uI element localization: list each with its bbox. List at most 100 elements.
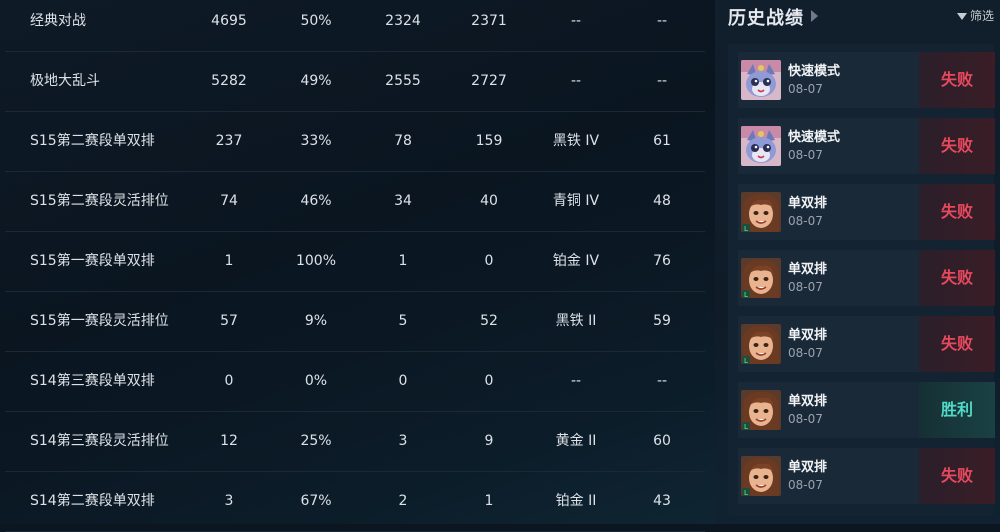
match-result-badge: 失败 (919, 316, 995, 372)
match-history-item[interactable]: L 单双排 08-07 失败 (738, 184, 995, 240)
rank-cell: 青铜 IV (552, 193, 600, 209)
match-date: 08-07 (788, 148, 823, 162)
match-date: 08-07 (788, 346, 823, 360)
table-row[interactable]: S15第二赛段灵活排位 74 46% 34 40 青铜 IV 48 (5, 172, 705, 232)
wins-cell: 2555 (385, 73, 421, 89)
winrate-cell: 33% (300, 133, 332, 149)
match-result-badge: 失败 (919, 184, 995, 240)
match-history-panel: 历史战绩 筛选 快速模式 08-07 失败 快速模式 08-07 失败 L 单双排 08-07 失… (715, 0, 1000, 524)
chevron-right-icon[interactable] (811, 10, 818, 22)
winrate-cell: 9% (304, 313, 328, 329)
match-history-item[interactable]: 快速模式 08-07 失败 (738, 118, 995, 174)
total-games-cell: 57 (220, 313, 238, 329)
filter-label: 筛选 (969, 9, 994, 23)
league-points-cell: -- (656, 73, 668, 89)
match-date: 08-07 (788, 412, 823, 426)
mode-cell: S14第三赛段灵活排位 (30, 433, 169, 449)
total-games-cell: 12 (220, 433, 238, 449)
league-points-cell: 61 (653, 133, 671, 149)
wins-cell: 2324 (385, 13, 421, 29)
mode-cell: S15第一赛段灵活排位 (30, 313, 169, 329)
league-points-cell: -- (656, 373, 668, 389)
filter-icon (956, 13, 967, 20)
losses-cell: 40 (480, 193, 498, 209)
match-mode: 单双排 (788, 394, 828, 409)
losses-cell: 0 (484, 253, 494, 269)
winrate-cell: 49% (300, 73, 332, 89)
rank-cell: -- (570, 373, 582, 389)
girl-champion-icon: L (741, 192, 781, 232)
wins-cell: 0 (398, 373, 408, 389)
total-games-cell: 3 (224, 493, 234, 509)
girl-champion-icon: L (741, 390, 781, 430)
table-row[interactable]: S15第一赛段单双排 1 100% 1 0 铂金 IV 76 (5, 232, 705, 292)
losses-cell: 2371 (471, 13, 507, 29)
losses-cell: 2727 (471, 73, 507, 89)
rank-cell: 黑铁 II (555, 313, 597, 329)
match-history-item[interactable]: L 单双排 08-07 失败 (738, 250, 995, 306)
table-row[interactable]: 极地大乱斗 5282 49% 2555 2727 -- -- (5, 52, 705, 112)
match-history-title[interactable]: 历史战绩 (728, 4, 804, 30)
mode-cell: S14第二赛段单双排 (30, 493, 155, 509)
total-games-cell: 4695 (211, 13, 247, 29)
winrate-cell: 46% (300, 193, 332, 209)
total-games-cell: 0 (224, 373, 234, 389)
match-date: 08-07 (788, 82, 823, 96)
wins-cell: 2 (398, 493, 408, 509)
match-date: 08-07 (788, 280, 823, 294)
wins-cell: 1 (398, 253, 408, 269)
table-row[interactable]: S15第二赛段单双排 237 33% 78 159 黑铁 IV 61 (5, 112, 705, 172)
svg-text:L: L (744, 291, 748, 298)
league-points-cell: -- (656, 13, 668, 29)
match-mode: 快速模式 (788, 130, 841, 145)
match-result-badge: 失败 (919, 448, 995, 504)
svg-text:L: L (744, 225, 748, 232)
winrate-cell: 67% (300, 493, 332, 509)
match-mode: 单双排 (788, 196, 828, 211)
girl-champion-icon: L (741, 324, 781, 364)
svg-text:L: L (744, 357, 748, 364)
rank-cell: -- (570, 13, 582, 29)
league-points-cell: 76 (653, 253, 671, 269)
table-row[interactable]: S14第三赛段单双排 0 0% 0 0 -- -- (5, 352, 705, 412)
table-row[interactable]: S14第三赛段灵活排位 12 25% 3 9 黄金 II 60 (5, 412, 705, 472)
match-result-badge: 失败 (919, 118, 995, 174)
league-points-cell: 59 (653, 313, 671, 329)
mode-cell: 经典对战 (30, 13, 86, 29)
mode-cell: S15第二赛段灵活排位 (30, 193, 169, 209)
total-games-cell: 74 (220, 193, 238, 209)
mode-cell: S15第二赛段单双排 (30, 133, 155, 149)
svg-text:L: L (744, 423, 748, 430)
rank-cell: 黑铁 IV (552, 133, 600, 149)
stats-table: 经典对战 4695 50% 2324 2371 -- -- 极地大乱斗 5282 49% 2555 2… (0, 0, 715, 532)
losses-cell: 159 (475, 133, 503, 149)
match-date: 08-07 (788, 478, 823, 492)
winrate-cell: 25% (300, 433, 332, 449)
girl-champion-icon: L (741, 456, 781, 496)
girl-champion-icon: L (741, 258, 781, 298)
match-mode: 快速模式 (788, 64, 841, 79)
match-history-item[interactable]: L 单双排 08-07 胜利 (738, 382, 995, 438)
rank-cell: 黄金 II (555, 433, 597, 449)
wins-cell: 78 (394, 133, 412, 149)
match-history-item[interactable]: 快速模式 08-07 失败 (738, 52, 995, 108)
match-result-badge: 胜利 (919, 382, 995, 438)
table-row[interactable]: S15第一赛段灵活排位 57 9% 5 52 黑铁 II 59 (5, 292, 705, 352)
table-row[interactable]: S14第二赛段单双排 3 67% 2 1 铂金 II 43 (5, 472, 705, 532)
cat-champion-icon (741, 60, 781, 100)
losses-cell: 0 (484, 373, 494, 389)
league-points-cell: 60 (653, 433, 671, 449)
match-history-item[interactable]: L 单双排 08-07 失败 (738, 448, 995, 504)
rank-cell: 铂金 II (555, 493, 597, 509)
filter-button[interactable]: 筛选 (956, 7, 994, 24)
match-history-item[interactable]: L 单双排 08-07 失败 (738, 316, 995, 372)
league-points-cell: 48 (653, 193, 671, 209)
mode-cell: S14第三赛段单双排 (30, 373, 155, 389)
mode-cell: 极地大乱斗 (30, 73, 100, 89)
winrate-cell: 100% (295, 253, 337, 269)
wins-cell: 34 (394, 193, 412, 209)
losses-cell: 9 (484, 433, 494, 449)
total-games-cell: 1 (224, 253, 234, 269)
table-row[interactable]: 经典对战 4695 50% 2324 2371 -- -- (5, 0, 705, 52)
league-points-cell: 43 (653, 493, 671, 509)
